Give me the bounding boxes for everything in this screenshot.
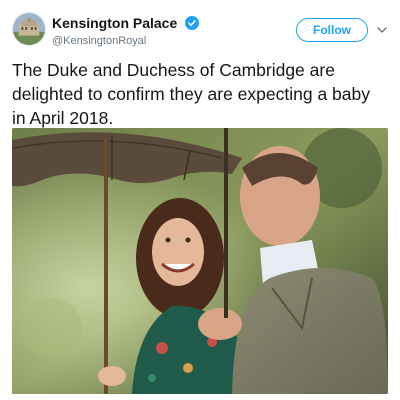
tweet-header: Kensington Palace @KensingtonRoyal Follo…	[12, 12, 388, 48]
verified-badge-icon	[184, 15, 199, 30]
account-handle[interactable]: @KensingtonRoyal	[52, 34, 199, 48]
display-name[interactable]: Kensington Palace	[52, 15, 177, 31]
avatar-palace-icon	[13, 13, 45, 45]
photo-umbrella-couple	[12, 128, 388, 394]
tweet-text: The Duke and Duchess of Cambridge are de…	[12, 60, 370, 128]
follow-button[interactable]: Follow	[296, 18, 368, 42]
account-names: Kensington Palace @KensingtonRoyal	[52, 14, 199, 48]
tweet-photo[interactable]	[12, 128, 388, 394]
chevron-down-icon[interactable]	[376, 24, 388, 36]
avatar[interactable]	[12, 12, 46, 46]
tweet-card: Kensington Palace @KensingtonRoyal Follo…	[0, 0, 400, 400]
